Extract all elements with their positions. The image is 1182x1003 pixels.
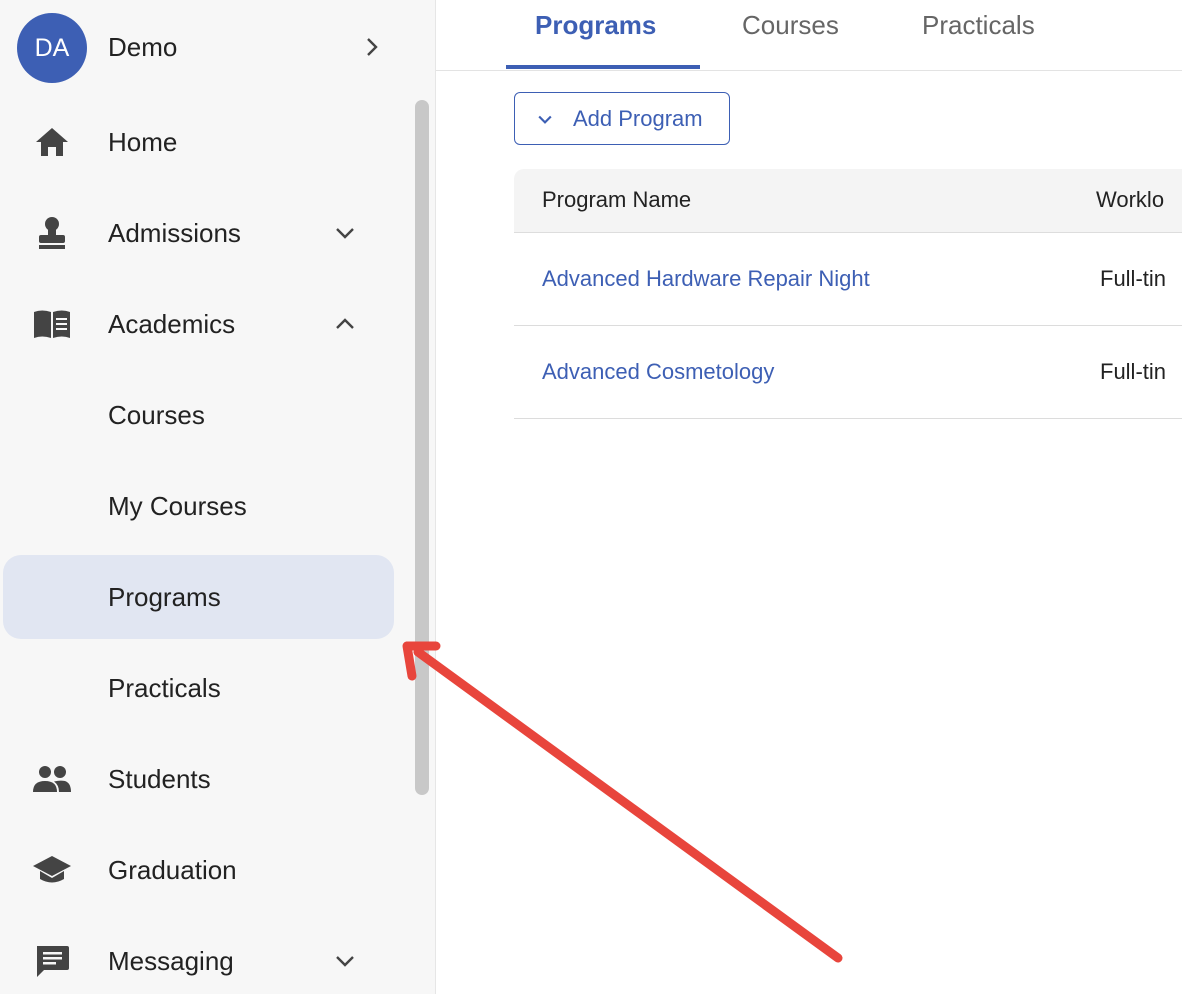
sidebar-item-academics[interactable]: Academics [0, 282, 395, 366]
column-header-program-name[interactable]: Program Name [542, 187, 691, 213]
sidebar-item-courses[interactable]: Courses [0, 373, 395, 457]
sidebar-scrollbar[interactable] [415, 100, 429, 795]
sidebar-item-graduation[interactable]: Graduation [0, 828, 395, 912]
tab-courses[interactable]: Courses [742, 10, 839, 41]
sidebar-item-home[interactable]: Home [0, 100, 395, 184]
table-row[interactable]: Advanced Cosmetology Full-tin [514, 326, 1182, 419]
sidebar-item-label: Admissions [108, 218, 241, 248]
user-menu[interactable]: DA Demo [0, 0, 410, 95]
tab-programs[interactable]: Programs [535, 10, 656, 41]
chevron-down-icon [538, 115, 552, 124]
active-tab-indicator [506, 65, 700, 69]
people-icon [32, 759, 72, 799]
main-content: Programs Courses Practicals Add Program … [436, 0, 1182, 994]
sidebar: DA Demo Home Admissions Academics Course… [0, 0, 436, 994]
sidebar-item-label: Courses [108, 400, 205, 430]
program-name-link[interactable]: Advanced Cosmetology [542, 359, 774, 385]
program-name-link[interactable]: Advanced Hardware Repair Night [542, 266, 870, 292]
table-header: Program Name Worklo [514, 169, 1182, 233]
chevron-down-icon [336, 228, 354, 239]
sidebar-item-my-courses[interactable]: My Courses [0, 464, 395, 548]
programs-table: Program Name Worklo Advanced Hardware Re… [514, 169, 1182, 419]
home-icon [32, 122, 72, 162]
sidebar-item-label: Home [108, 127, 178, 157]
workload-cell: Full-tin [1100, 266, 1167, 291]
sidebar-item-programs[interactable]: Programs [3, 555, 394, 639]
tab-bar: Programs Courses Practicals [436, 0, 1182, 71]
sidebar-item-practicals[interactable]: Practicals [0, 646, 395, 730]
message-icon [32, 941, 72, 981]
add-program-label: Add Program [573, 105, 703, 131]
sidebar-item-students[interactable]: Students [0, 737, 395, 821]
avatar[interactable]: DA [17, 13, 87, 83]
sidebar-item-label: Programs [108, 582, 221, 612]
sidebar-item-label: Messaging [108, 946, 234, 976]
tab-practicals[interactable]: Practicals [922, 10, 1035, 41]
chevron-right-icon [367, 38, 378, 56]
chevron-up-icon [336, 318, 354, 329]
add-program-button[interactable]: Add Program [514, 92, 730, 145]
book-icon [32, 304, 72, 344]
sidebar-item-label: Practicals [108, 673, 221, 703]
workload-cell: Full-tin [1100, 359, 1167, 384]
sidebar-item-label: Students [108, 764, 211, 794]
sidebar-item-label: My Courses [108, 491, 247, 521]
column-header-workload[interactable]: Worklo [1096, 187, 1164, 213]
table-row[interactable]: Advanced Hardware Repair Night Full-tin [514, 233, 1182, 326]
sidebar-item-label: Graduation [108, 855, 237, 885]
sidebar-item-messaging[interactable]: Messaging [0, 919, 395, 1003]
sidebar-item-label: Academics [108, 309, 236, 339]
stamp-icon [32, 213, 72, 253]
sidebar-item-admissions[interactable]: Admissions [0, 191, 395, 275]
chevron-down-icon [336, 956, 354, 967]
graduation-cap-icon [32, 850, 72, 890]
user-name: Demo [108, 32, 178, 62]
